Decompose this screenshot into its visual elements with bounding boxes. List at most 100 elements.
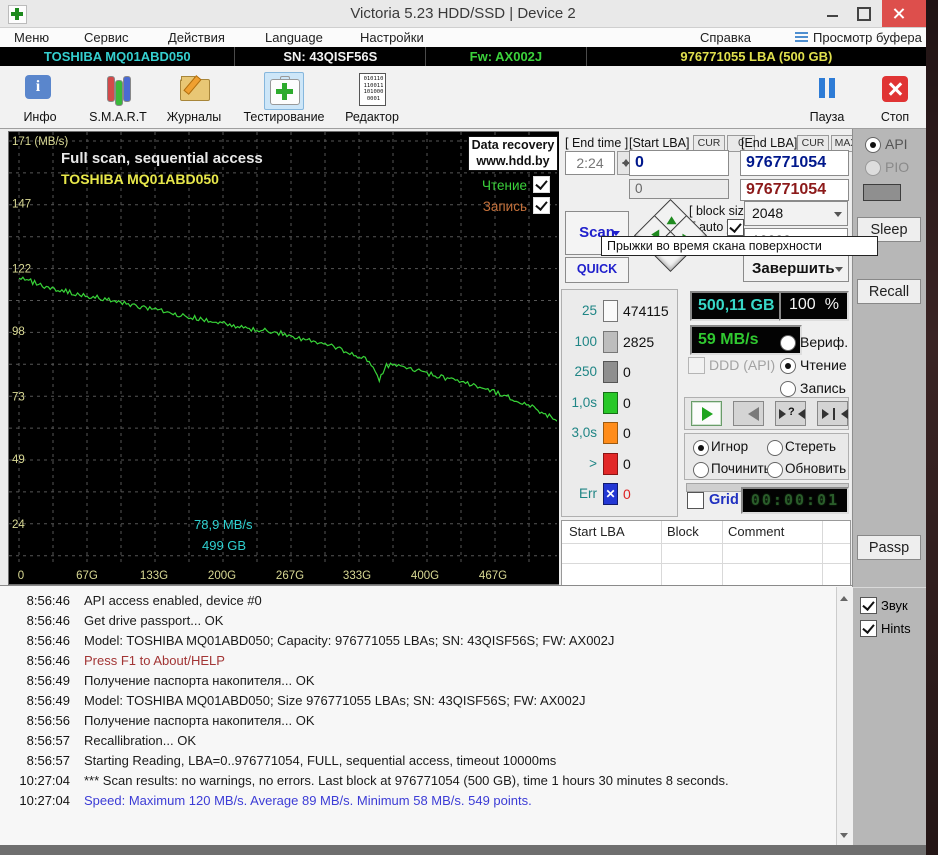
hints-checkbox[interactable] [860, 620, 877, 637]
rewind-button[interactable] [733, 401, 764, 426]
grid-checkbox[interactable] [687, 492, 704, 509]
menu-item-help[interactable]: Справка [700, 29, 751, 47]
svg-text:147: 147 [12, 199, 31, 211]
mode-write-radio[interactable] [780, 381, 796, 397]
log-row: 10:27:04 *** Scan results: no warnings, n… [19, 773, 729, 788]
toolbar-editor-button[interactable]: 010110 110011 101000 0001 Редактор [340, 70, 404, 124]
api-radio[interactable] [865, 137, 881, 153]
device-capacity: 976771055 LBA (500 GB) [680, 49, 833, 64]
step-button[interactable] [817, 401, 848, 426]
pio-label: PIO [885, 159, 910, 175]
stat-color-block [603, 330, 618, 353]
seek-question-button[interactable]: ? [775, 401, 806, 426]
stat-value: 474115 [623, 303, 669, 319]
stat-value: 0 [623, 364, 631, 380]
scroll-down-button[interactable] [837, 827, 852, 844]
quick-button[interactable]: QUICK [565, 257, 629, 283]
scroll-up-button[interactable] [837, 587, 852, 604]
graph-title: Full scan, sequential access [61, 150, 263, 167]
graph-marker-speed: 78,9 MB/s [194, 517, 253, 532]
toolbar-logs-button[interactable]: Журналы [162, 70, 226, 124]
svg-text:67G: 67G [76, 570, 98, 582]
buffer-list-icon [795, 32, 808, 43]
victoria-app-window: Victoria 5.23 HDD/SSD | Device 2 Меню Се… [0, 0, 938, 855]
progress-display: 100 % [779, 291, 849, 321]
toolbar: i Инфо S.M.A.R.T Журналы Тестирование 01… [0, 66, 926, 129]
start-lba-secondary: 0 [629, 179, 729, 199]
toolbar-info-button[interactable]: i Инфо [8, 70, 72, 124]
hdd-by-badge: Data recovery www.hdd.by [468, 136, 558, 171]
log-row: 8:56:57 Starting Reading, LBA=0..97677105… [26, 753, 557, 768]
svg-text:200G: 200G [208, 570, 236, 582]
finish-action-dropdown[interactable]: Завершить [743, 255, 849, 282]
options-sidebar: Звук Hints [852, 587, 927, 855]
api-label: API [885, 136, 908, 152]
mode-verify-radio[interactable] [780, 335, 796, 351]
toolbar-test-button[interactable]: Тестирование [243, 70, 325, 124]
color-swatch[interactable] [863, 184, 901, 201]
folder-pencil-icon [175, 72, 213, 108]
stat-color-block: ✕ [603, 483, 618, 505]
stat-color-block [603, 391, 618, 414]
block-size-dropdown[interactable]: 2048 [744, 201, 848, 226]
auto-checkbox[interactable] [727, 219, 744, 236]
log-scrollbar[interactable] [836, 587, 853, 845]
svg-text:49: 49 [12, 454, 25, 466]
minimize-button[interactable] [820, 3, 846, 23]
action-ignore-radio[interactable] [693, 440, 709, 456]
toolbar-smart-button[interactable]: S.M.A.R.T [86, 70, 150, 124]
svg-text:73: 73 [12, 391, 25, 403]
action-repair-radio[interactable] [693, 462, 709, 478]
toolbar-pause-button[interactable]: Пауза [795, 70, 859, 124]
svg-text:122: 122 [12, 264, 31, 276]
svg-text:467G: 467G [479, 570, 507, 582]
mode-read-radio[interactable] [780, 358, 796, 374]
svg-text:0: 0 [18, 570, 24, 582]
log-row: 8:56:46 Model: TOSHIBA MQ01ABD050; Capaci… [26, 633, 615, 648]
interface-sidebar: API PIO Sleep Recall Passp [852, 129, 927, 587]
stat-color-block [603, 361, 618, 383]
menu-item-settings[interactable]: Настройки [360, 29, 424, 47]
close-button[interactable] [882, 0, 926, 27]
recall-button[interactable]: Recall [857, 279, 921, 304]
passp-button[interactable]: Passp [857, 535, 921, 560]
device-serial: SN: 43QISF56S [235, 47, 427, 66]
menu-item-language[interactable]: Language [265, 29, 323, 47]
sound-checkbox[interactable] [860, 597, 877, 614]
maximize-button[interactable] [850, 3, 876, 23]
svg-text:267G: 267G [276, 570, 304, 582]
action-refresh-radio[interactable] [767, 462, 783, 478]
stat-color-block [603, 422, 618, 444]
hints-label: Hints [881, 621, 911, 636]
action-erase-radio[interactable] [767, 440, 783, 456]
start-lba-label: [Start LBA] [629, 136, 690, 150]
log-row: 10:27:04 Speed: Maximum 120 MB/s. Average… [19, 793, 532, 808]
desktop-background [926, 0, 938, 855]
legend-write-checkbox[interactable] [533, 197, 550, 214]
menu-item-service[interactable]: Сервис [84, 29, 129, 47]
binary-editor-icon: 010110 110011 101000 0001 [353, 72, 391, 108]
defect-list-table: Start LBA Block Comment [561, 520, 851, 586]
end-time-value[interactable]: 2:24 [565, 151, 615, 175]
app-icon [8, 5, 27, 24]
device-firmware: Fw: AX002J [426, 47, 587, 66]
svg-text:133G: 133G [140, 570, 168, 582]
menu-item-menu[interactable]: Меню [14, 29, 49, 47]
jump-tooltip: Прыжки во время скана поверхности [601, 236, 878, 256]
start-lba-input[interactable]: 0 [629, 150, 729, 176]
window-bottom-border [0, 845, 926, 855]
toolbar-stop-button[interactable]: Стоп [863, 70, 927, 124]
end-time-label: [ End time ] [565, 136, 629, 150]
menu-item-buffer-view[interactable]: Просмотр буфера [813, 29, 922, 47]
title-bar: Victoria 5.23 HDD/SSD | Device 2 [0, 0, 926, 28]
stat-value: 0 [623, 486, 631, 502]
mode-verify-label: Вериф. [800, 334, 849, 350]
stat-value: 0 [623, 425, 631, 441]
menu-item-actions[interactable]: Действия [168, 29, 225, 47]
log-row: 8:56:46 Press F1 to About/HELP [26, 653, 225, 668]
end-lba-input[interactable]: 976771054 [740, 150, 849, 176]
log-list: 8:56:46 API access enabled, device #0 8:5… [8, 589, 836, 837]
play-button[interactable] [691, 401, 722, 426]
action-ignore-label: Игнор [711, 439, 749, 454]
legend-read-checkbox[interactable] [533, 176, 550, 193]
